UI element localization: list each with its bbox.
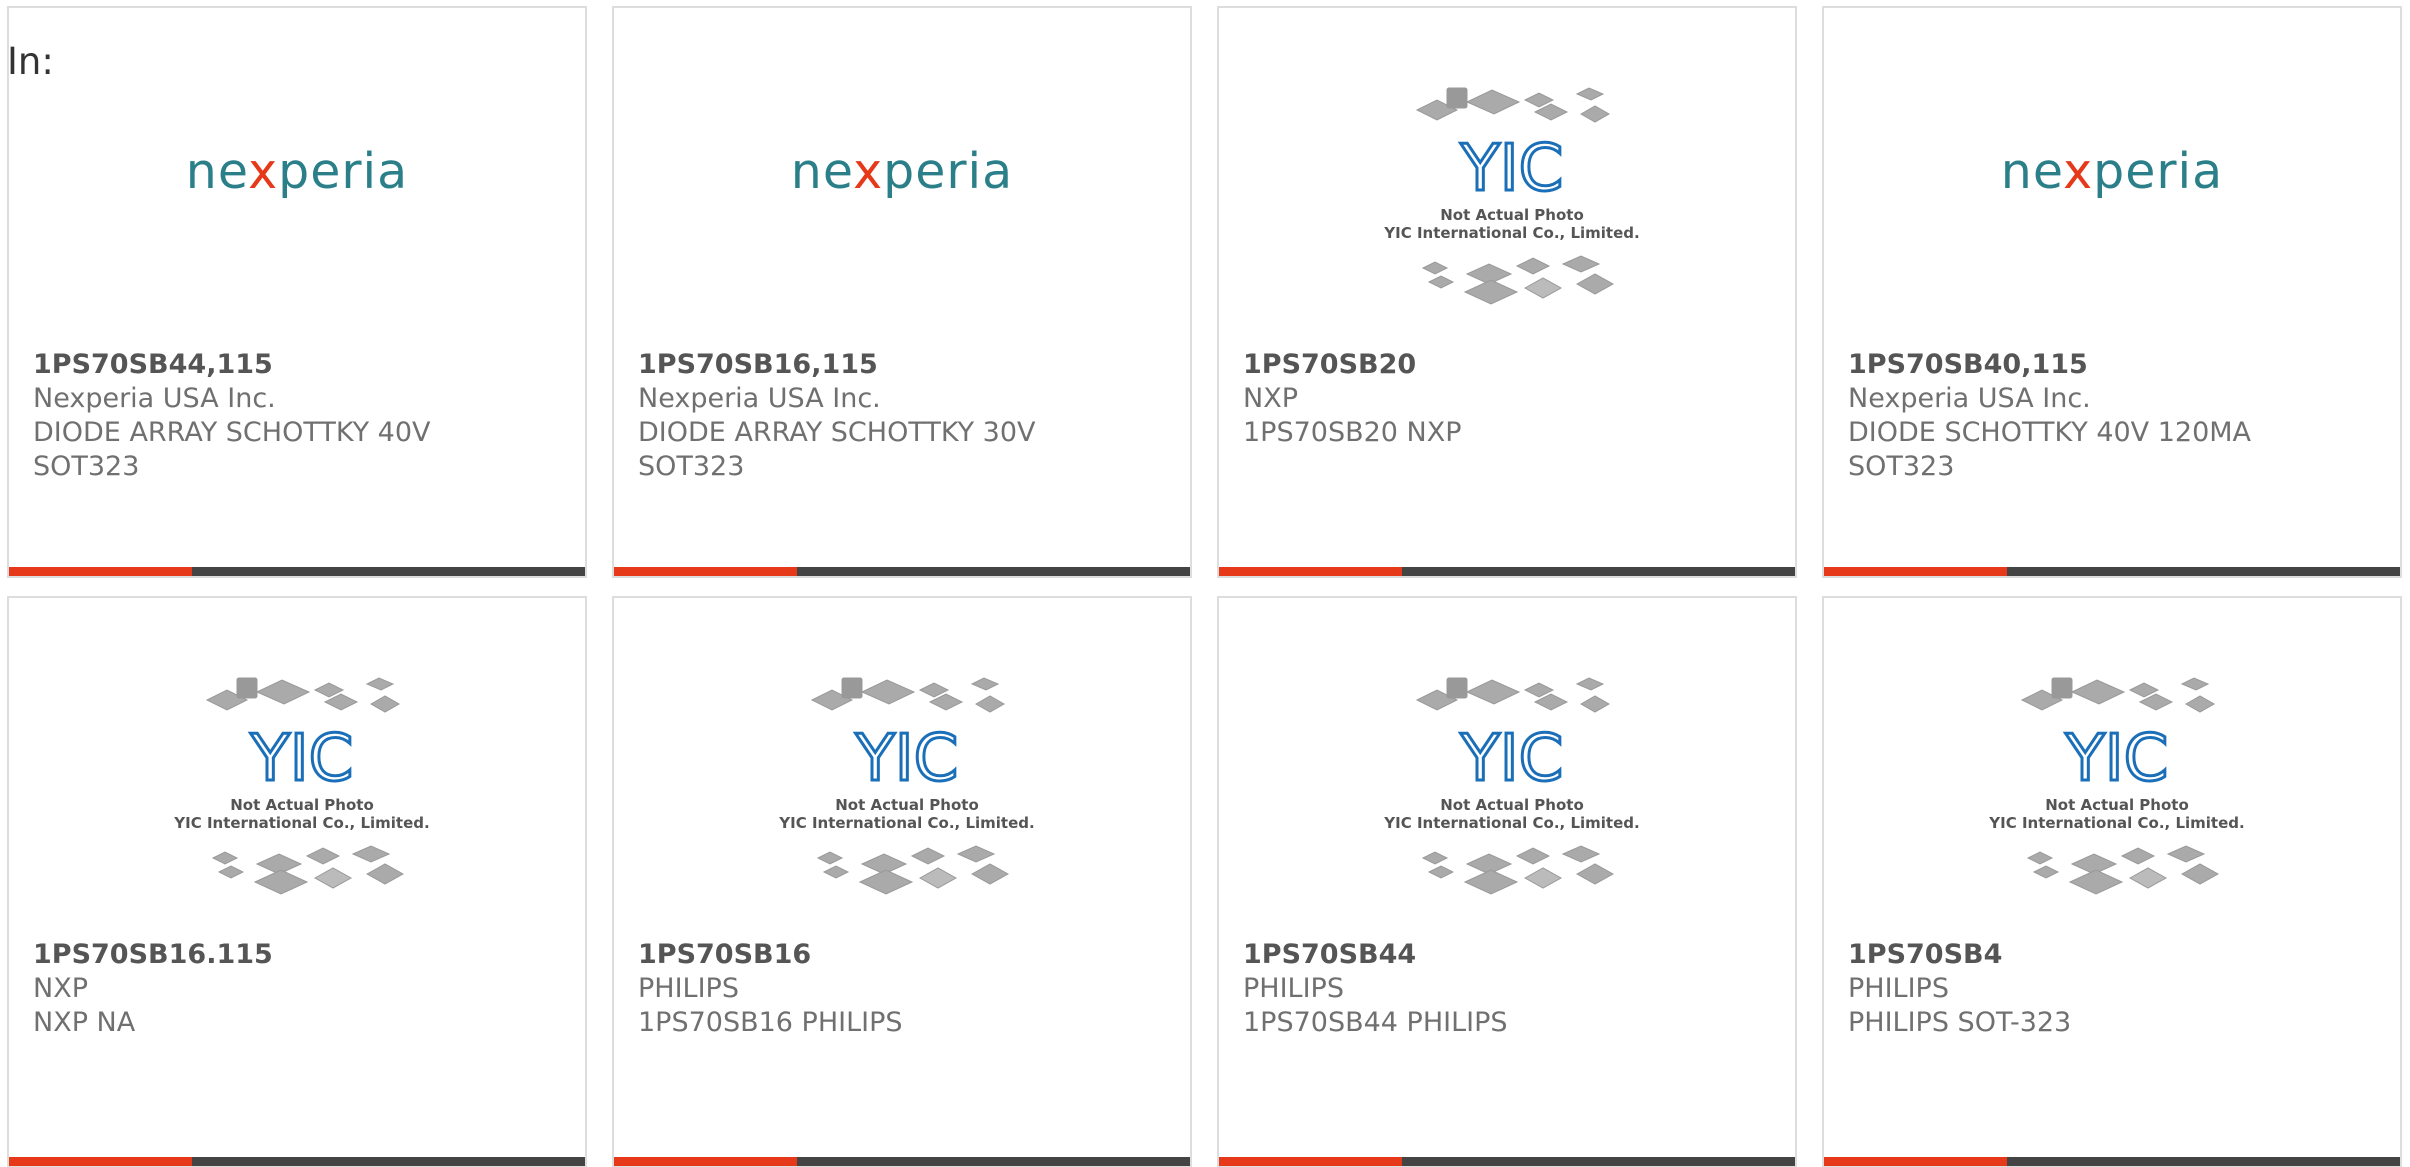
card-accent-bar — [614, 1157, 797, 1166]
svg-text:Not Actual Photo: Not Actual Photo — [2045, 796, 2189, 814]
product-image[interactable]: YIC Not Actual Photo YIC International C… — [1219, 598, 1795, 938]
svg-text:Not Actual Photo: Not Actual Photo — [230, 796, 374, 814]
description: 1PS70SB44 PHILIPS — [1243, 1007, 1508, 1038]
card-accent-bar — [1824, 1157, 2007, 1166]
manufacturer: Nexperia USA Inc. — [638, 383, 881, 414]
product-card[interactable]: YIC Not Actual Photo YIC International C… — [1217, 596, 1797, 1167]
part-number[interactable]: 1PS70SB44,115 — [33, 348, 573, 382]
package: SOT323 — [33, 451, 140, 482]
card-bottom-bar — [9, 1157, 585, 1166]
svg-text:YIC International Co., Limited: YIC International Co., Limited. — [1988, 814, 2244, 832]
product-image[interactable]: YIC Not Actual Photo YIC International C… — [1824, 598, 2400, 938]
yic-placeholder-image: YIC Not Actual Photo YIC International C… — [778, 677, 1035, 895]
manufacturer: Nexperia USA Inc. — [33, 383, 276, 414]
svg-text:YIC International Co., Limited: YIC International Co., Limited. — [1383, 814, 1639, 832]
manufacturer: Nexperia USA Inc. — [1848, 383, 2091, 414]
product-image[interactable]: YIC Not Actual Photo YIC International C… — [9, 598, 585, 938]
card-bottom-bar — [1219, 567, 1795, 576]
description: 1PS70SB20 NXP — [1243, 417, 1462, 448]
yic-placeholder-image: YIC Not Actual Photo YIC International C… — [1383, 87, 1640, 305]
nexperia-logo: nexperia — [790, 143, 1014, 200]
svg-text:YIC: YIC — [855, 722, 959, 796]
package: SOT323 — [638, 451, 745, 482]
manufacturer: NXP — [33, 973, 88, 1004]
product-card[interactable]: nexperia 1PS70SB44,115 Nexperia USA Inc. DI… — [7, 6, 587, 578]
svg-text:Not Actual Photo: Not Actual Photo — [835, 796, 979, 814]
card-accent-bar — [9, 1157, 192, 1166]
card-bottom-bar — [614, 567, 1190, 576]
product-card[interactable]: nexperia 1PS70SB40,115 Nexperia USA Inc. DI… — [1822, 6, 2402, 578]
svg-text:YIC International Co., Limited: YIC International Co., Limited. — [778, 814, 1034, 832]
part-number[interactable]: 1PS70SB40,115 — [1848, 348, 2388, 382]
product-image[interactable]: YIC Not Actual Photo YIC International C… — [1219, 8, 1795, 348]
part-number[interactable]: 1PS70SB16.115 — [33, 938, 573, 972]
svg-text:YIC International Co., Limited: YIC International Co., Limited. — [173, 814, 429, 832]
svg-text:YIC: YIC — [2065, 722, 2169, 796]
part-number[interactable]: 1PS70SB16 — [638, 938, 1178, 972]
part-number[interactable]: 1PS70SB16,115 — [638, 348, 1178, 382]
yic-placeholder-image: YIC Not Actual Photo YIC International C… — [1988, 677, 2245, 895]
description: PHILIPS SOT-323 — [1848, 1007, 2072, 1038]
product-card[interactable]: nexperia 1PS70SB16,115 Nexperia USA Inc. DI… — [612, 6, 1192, 578]
card-bottom-bar — [1824, 1157, 2400, 1166]
part-number[interactable]: 1PS70SB20 — [1243, 348, 1783, 382]
description: DIODE SCHOTTKY 40V 120MA — [1848, 417, 2252, 448]
svg-text:YIC: YIC — [250, 722, 354, 796]
part-number[interactable]: 1PS70SB44 — [1243, 938, 1783, 972]
product-card[interactable]: YIC Not Actual Photo YIC International C… — [612, 596, 1192, 1167]
description: NXP NA — [33, 1007, 136, 1038]
manufacturer: PHILIPS — [1848, 973, 1949, 1004]
product-card[interactable]: YIC Not Actual Photo YIC International C… — [7, 596, 587, 1167]
description: DIODE ARRAY SCHOTTKY 30V — [638, 417, 1036, 448]
product-image[interactable]: nexperia — [9, 8, 585, 348]
manufacturer: PHILIPS — [1243, 973, 1344, 1004]
card-accent-bar — [1219, 567, 1402, 576]
in-label: In: — [7, 40, 54, 83]
product-card[interactable]: YIC Not Actual Photo YIC International C… — [1822, 596, 2402, 1167]
svg-text:YIC: YIC — [1460, 722, 1564, 796]
nexperia-logo: nexperia — [2000, 143, 2224, 200]
manufacturer: PHILIPS — [638, 973, 739, 1004]
product-image[interactable]: nexperia — [1824, 8, 2400, 348]
svg-text:YIC International Co., Limited: YIC International Co., Limited. — [1383, 224, 1639, 242]
card-bottom-bar — [1219, 1157, 1795, 1166]
product-image[interactable]: nexperia — [614, 8, 1190, 348]
package: SOT323 — [1848, 451, 1955, 482]
part-number[interactable]: 1PS70SB4 — [1848, 938, 2388, 972]
product-card[interactable]: YIC Not Actual Photo YIC International C… — [1217, 6, 1797, 578]
svg-text:Not Actual Photo: Not Actual Photo — [1440, 796, 1584, 814]
svg-text:YIC: YIC — [1460, 132, 1564, 206]
product-image[interactable]: YIC Not Actual Photo YIC International C… — [614, 598, 1190, 938]
card-accent-bar — [1824, 567, 2007, 576]
card-bottom-bar — [1824, 567, 2400, 576]
description: 1PS70SB16 PHILIPS — [638, 1007, 903, 1038]
card-accent-bar — [614, 567, 797, 576]
card-bottom-bar — [614, 1157, 1190, 1166]
svg-text:Not Actual Photo: Not Actual Photo — [1440, 206, 1584, 224]
yic-placeholder-image: YIC Not Actual Photo YIC International C… — [173, 677, 430, 895]
manufacturer: NXP — [1243, 383, 1298, 414]
card-accent-bar — [9, 567, 192, 576]
yic-placeholder-image: YIC Not Actual Photo YIC International C… — [1383, 677, 1640, 895]
card-accent-bar — [1219, 1157, 1402, 1166]
nexperia-logo: nexperia — [185, 143, 409, 200]
card-bottom-bar — [9, 567, 585, 576]
description: DIODE ARRAY SCHOTTKY 40V — [33, 417, 431, 448]
